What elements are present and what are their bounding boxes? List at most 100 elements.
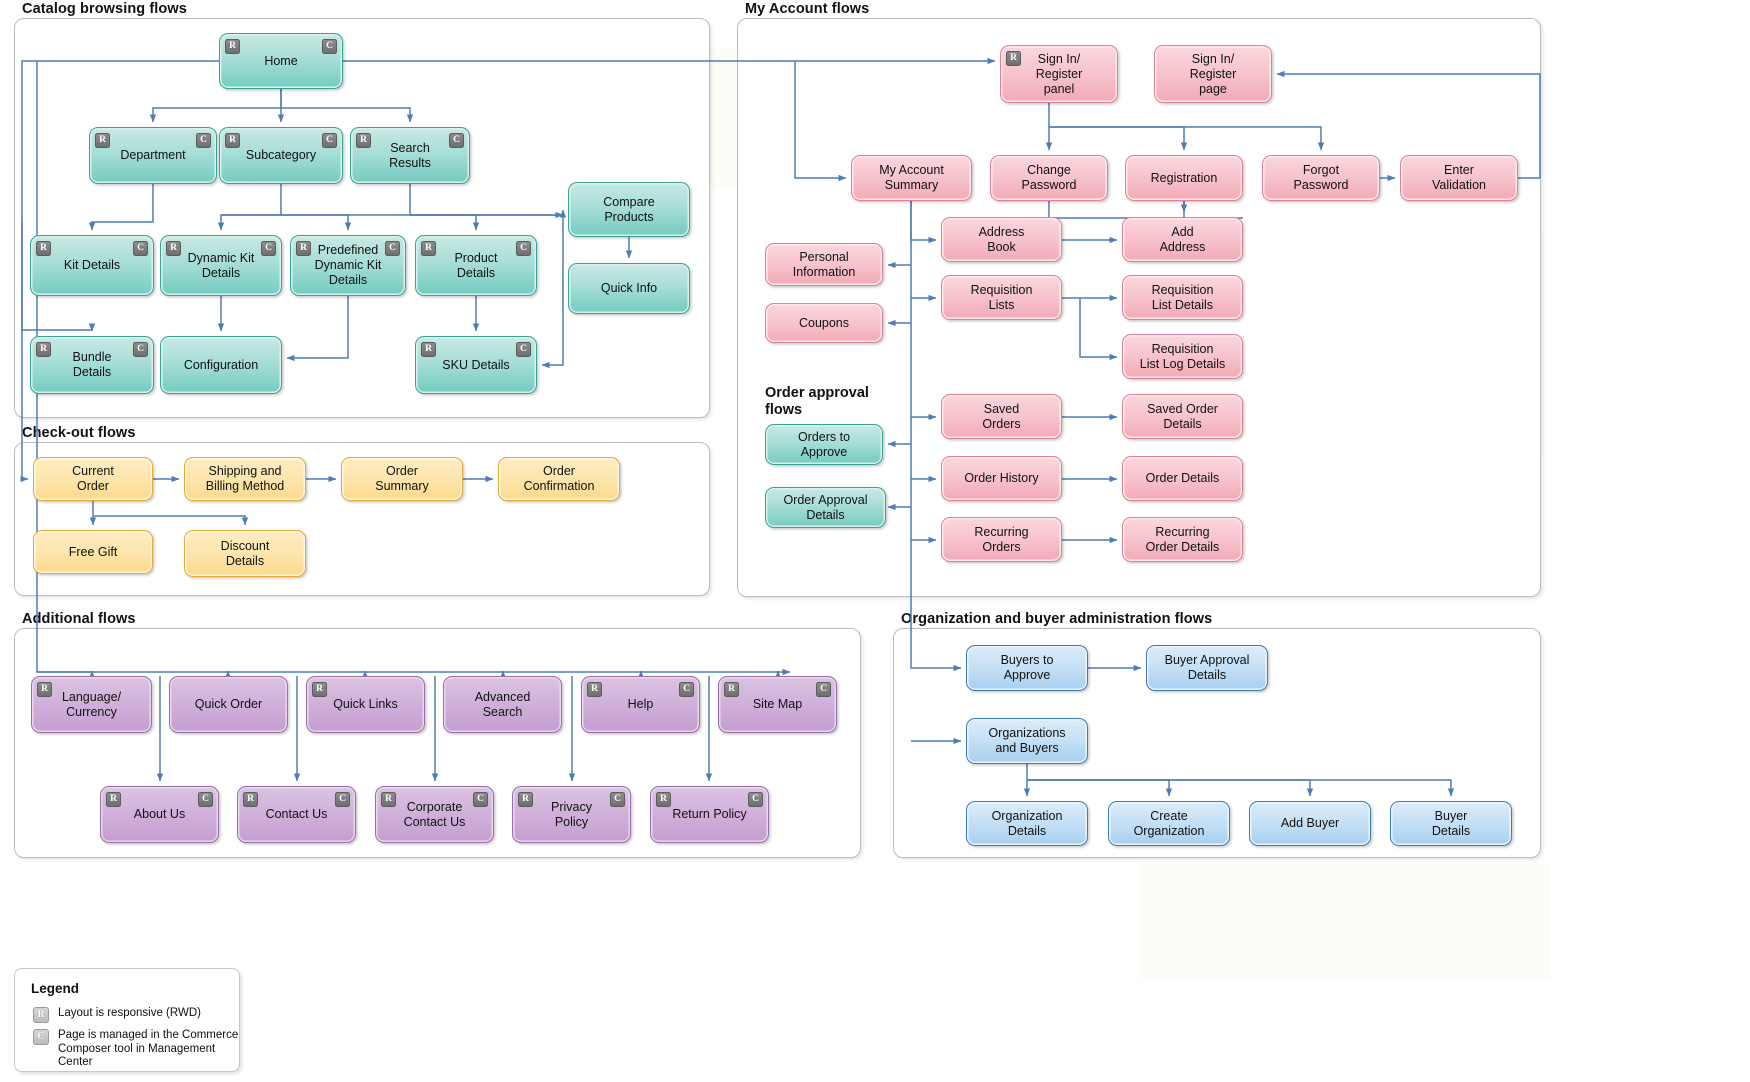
node-saved-orders[interactable]: Saved Orders — [941, 394, 1062, 439]
node-label: Return Policy — [672, 807, 747, 821]
node-change-password[interactable]: Change Password — [990, 155, 1108, 201]
node-buyer-details[interactable]: Buyer Details — [1390, 801, 1512, 846]
node-address-book[interactable]: Address Book — [941, 217, 1062, 262]
node-bundle-details[interactable]: R C Bundle Details — [30, 336, 154, 394]
node-quick-order[interactable]: Quick Order — [169, 676, 288, 733]
node-sign-in-register-panel[interactable]: R Sign In/ Register panel — [1000, 45, 1118, 103]
responsive-badge-icon: R — [36, 342, 51, 357]
composer-badge-icon: C — [335, 792, 350, 807]
node-requisition-lists[interactable]: Requisition Lists — [941, 275, 1062, 320]
node-personal-information[interactable]: Personal Information — [765, 243, 883, 286]
node-forgot-password[interactable]: Forgot Password — [1262, 155, 1380, 201]
node-quick-links[interactable]: R Quick Links — [306, 676, 425, 733]
node-subcategory[interactable]: R C Subcategory — [219, 127, 343, 184]
legend-item-composer: C Page is managed in the Commerce Compos… — [33, 1029, 239, 1070]
node-discount-details[interactable]: Discount Details — [184, 530, 306, 577]
node-current-order[interactable]: Current Order — [33, 457, 153, 501]
node-free-gift[interactable]: Free Gift — [33, 530, 153, 574]
node-help[interactable]: R C Help — [581, 676, 700, 733]
node-predefined-dynamic-kit-details[interactable]: R C Predefined Dynamic Kit Details — [290, 235, 406, 296]
node-create-organization[interactable]: Create Organization — [1108, 801, 1230, 846]
node-label: Order Approval Details — [783, 492, 868, 522]
node-coupons[interactable]: Coupons — [765, 303, 883, 343]
node-shipping-billing[interactable]: Shipping and Billing Method — [184, 457, 306, 501]
group-title-checkout: Check-out flows — [22, 425, 136, 441]
node-requisition-list-log-details[interactable]: Requisition List Log Details — [1122, 334, 1243, 379]
responsive-badge-icon: R — [724, 682, 739, 697]
node-label: Buyer Details — [1431, 808, 1471, 838]
node-privacy-policy[interactable]: R C Privacy Policy — [512, 786, 631, 843]
node-advanced-search[interactable]: Advanced Search — [443, 676, 562, 733]
node-label: Privacy Policy — [551, 799, 592, 829]
node-requisition-list-details[interactable]: Requisition List Details — [1122, 275, 1243, 320]
node-add-buyer[interactable]: Add Buyer — [1249, 801, 1371, 846]
node-sign-in-register-page[interactable]: Sign In/ Register page — [1154, 45, 1272, 103]
node-contact-us[interactable]: R C Contact Us — [237, 786, 356, 843]
node-order-details[interactable]: Order Details — [1122, 456, 1243, 501]
node-configuration[interactable]: Configuration — [160, 336, 282, 394]
composer-badge-icon: C — [610, 792, 625, 807]
node-organizations-and-buyers[interactable]: Organizations and Buyers — [966, 718, 1088, 764]
node-recurring-order-details[interactable]: Recurring Order Details — [1122, 517, 1243, 562]
node-label: Saved Order Details — [1147, 401, 1218, 431]
node-return-policy[interactable]: R C Return Policy — [650, 786, 769, 843]
responsive-badge-icon: R — [166, 241, 181, 256]
node-label: Organization Details — [991, 808, 1063, 838]
node-label: Add Buyer — [1280, 816, 1340, 830]
node-language-currency[interactable]: R Language/ Currency — [31, 676, 152, 733]
node-label: Compare Products — [603, 194, 655, 224]
node-recurring-orders[interactable]: Recurring Orders — [941, 517, 1062, 562]
node-label: Advanced Search — [474, 689, 531, 719]
node-buyer-approval-details[interactable]: Buyer Approval Details — [1146, 645, 1268, 691]
responsive-badge-icon: R — [37, 682, 52, 697]
node-order-summary[interactable]: Order Summary — [341, 457, 463, 501]
node-site-map[interactable]: R C Site Map — [718, 676, 837, 733]
responsive-badge-icon: R — [587, 682, 602, 697]
node-label: Quick Order — [194, 697, 263, 711]
node-order-confirmation[interactable]: Order Confirmation — [498, 457, 620, 501]
responsive-badge-icon: R — [95, 133, 110, 148]
node-label: Sign In/ Register panel — [1035, 51, 1083, 96]
node-corporate-contact-us[interactable]: R C Corporate Contact Us — [375, 786, 494, 843]
node-label: Personal Information — [792, 249, 856, 279]
node-enter-validation[interactable]: Enter Validation — [1400, 155, 1518, 201]
node-buyers-to-approve[interactable]: Buyers to Approve — [966, 645, 1088, 691]
composer-badge-icon: C — [816, 682, 831, 697]
composer-badge-icon: C — [516, 342, 531, 357]
legend: Legend R Layout is responsive (RWD) C Pa… — [14, 968, 240, 1072]
node-orders-to-approve[interactable]: Orders to Approve — [765, 424, 883, 465]
node-kit-details[interactable]: R C Kit Details — [30, 235, 154, 296]
node-label: Subcategory — [245, 148, 317, 162]
responsive-badge-icon: R — [312, 682, 327, 697]
node-label: Order Summary — [375, 464, 429, 493]
node-label: Requisition List Details — [1151, 282, 1214, 312]
node-about-us[interactable]: R C About Us — [100, 786, 219, 843]
node-search-results[interactable]: R C Search Results — [350, 127, 470, 184]
node-product-details[interactable]: R C Product Details — [415, 235, 537, 296]
responsive-badge-icon: R — [356, 133, 371, 148]
node-compare-products[interactable]: Compare Products — [568, 182, 690, 237]
responsive-badge-icon: R — [225, 133, 240, 148]
node-saved-order-details[interactable]: Saved Order Details — [1122, 394, 1243, 439]
node-quick-info[interactable]: Quick Info — [568, 263, 690, 314]
node-organization-details[interactable]: Organization Details — [966, 801, 1088, 846]
node-registration[interactable]: Registration — [1125, 155, 1243, 201]
node-order-approval-details[interactable]: Order Approval Details — [765, 487, 886, 528]
node-label: Home — [264, 53, 298, 68]
node-department[interactable]: R C Department — [89, 127, 217, 184]
composer-badge-icon: C — [33, 1029, 49, 1045]
node-sku-details[interactable]: R C SKU Details — [415, 336, 537, 394]
node-dynamic-kit-details[interactable]: R C Dynamic Kit Details — [160, 235, 282, 296]
node-label: Order History — [964, 471, 1039, 485]
responsive-badge-icon: R — [296, 241, 311, 256]
node-label: Quick Links — [333, 697, 398, 711]
node-my-account-summary[interactable]: My Account Summary — [851, 155, 972, 201]
responsive-badge-icon: R — [518, 792, 533, 807]
node-label: Requisition Lists — [970, 282, 1033, 312]
node-order-history[interactable]: Order History — [941, 456, 1062, 501]
node-add-address[interactable]: Add Address — [1122, 217, 1243, 262]
node-home[interactable]: R C Home — [219, 33, 343, 89]
node-label: Organizations and Buyers — [988, 726, 1066, 755]
node-label: SKU Details — [442, 357, 510, 372]
node-label: Requisition List Log Details — [1139, 341, 1226, 371]
